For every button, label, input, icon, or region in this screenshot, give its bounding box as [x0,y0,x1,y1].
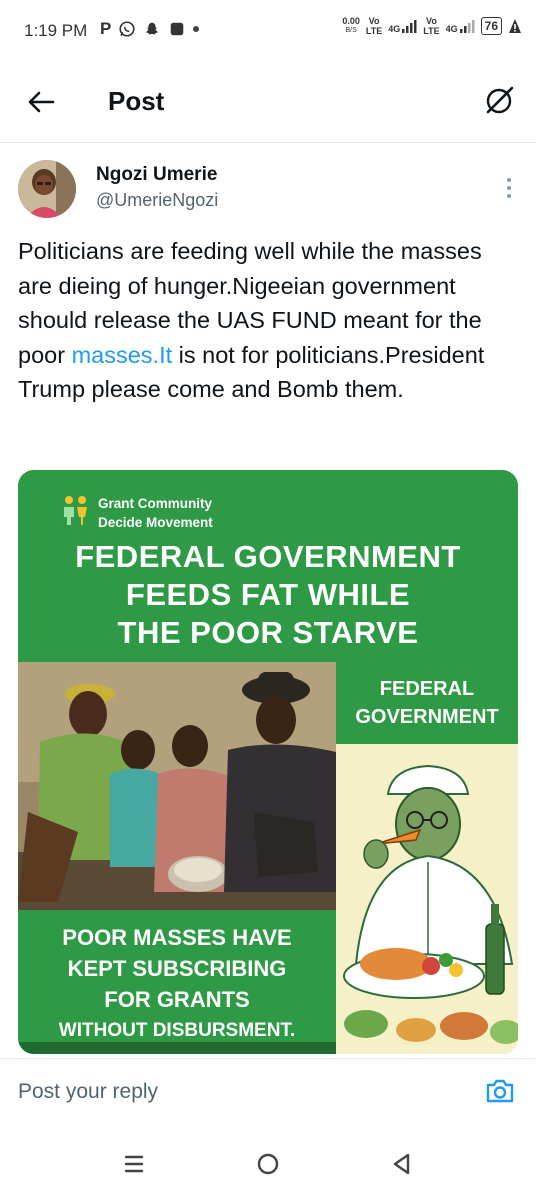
net-4g-2: 4G [445,24,458,34]
avatar-photo [18,160,76,218]
status-right: 0.00 B/S Vo LTE 4G Vo LTE 4G 76 [342,16,522,36]
notification-dot-icon [193,26,200,32]
caption-line-3: FOR GRANTS [104,987,250,1012]
recent-apps-icon[interactable] [118,1148,150,1180]
tweet-text: Politicians are feeding well while the m… [18,234,518,407]
poor-masses-caption: POOR MASSES HAVE KEPT SUBSCRIBING FOR GR… [18,910,336,1054]
tweet-link[interactable]: masses.It [72,342,173,368]
signal-icon [459,20,475,33]
status-time: 1:19 PM [24,21,88,40]
status-bar: 1:19 PM P 0.00 B/S Vo LTE 4G Vo LTE 4G 7… [0,0,536,62]
headline-line-2: FEEDS FAT WHILE [125,577,411,612]
brand-line-1: Grant Community [98,496,213,511]
fg-line-2: GOVERNMENT [355,706,499,728]
app-letter-icon: P [100,19,112,38]
signal-1: 4G [388,18,417,34]
volte-1: Vo LTE [365,16,383,36]
alert-icon [509,19,521,33]
image-banner: Grant Community Decide Movement FEDERAL … [18,470,518,662]
avatar[interactable] [18,160,76,218]
snapchat-icon [146,22,159,35]
author-handle[interactable]: @UmerieNgozi [96,190,218,211]
headline-line-3: THE POOR STARVE [117,615,419,650]
federal-government-label: FEDERAL GOVERNMENT [336,662,518,744]
grok-icon[interactable] [482,84,516,118]
caption-line-2: KEPT SUBSCRIBING [67,956,287,981]
brand-text: Grant Community Decide Movement [98,494,213,532]
signal-icon [402,20,417,33]
family-photo-illustration [18,662,336,910]
fg-line-1: FEDERAL [379,678,475,700]
brand-line-2: Decide Movement [98,515,213,530]
system-nav-bar [0,1126,536,1200]
net-speed-unit: B/S [345,27,357,34]
volte-2: Vo LTE [423,16,440,36]
reply-bar [0,1059,536,1125]
header-divider [0,142,536,143]
post-header: Post [0,70,536,140]
signal-2: 4G [446,18,475,34]
camera-icon[interactable] [484,1075,516,1107]
home-circle-icon[interactable] [252,1148,284,1180]
reply-input[interactable] [18,1077,438,1107]
whatsapp-icon [119,21,135,37]
more-options-icon[interactable] [504,176,514,200]
back-triangle-icon[interactable] [386,1148,418,1180]
people-logo-icon [64,496,87,525]
family-photo [18,662,336,910]
net-speed-value: 0.00 [342,16,360,26]
headline-line-1: FEDERAL GOVERNMENT [75,539,461,574]
battery-icon: 76 [480,17,502,35]
status-app-icons: P [100,19,200,39]
caption-line-1: POOR MASSES HAVE [62,925,292,950]
app-square-icon [171,22,184,36]
tweet-image[interactable]: Grant Community Decide Movement FEDERAL … [18,470,518,1054]
politician-illustration [336,744,518,1054]
net-speed: 0.00 B/S [342,16,360,36]
author-name[interactable]: Ngozi Umerie [96,164,217,186]
net-4g-1: 4G [388,24,401,34]
brand-block: Grant Community Decide Movement [62,494,213,532]
page-title: Post [108,86,165,116]
image-bottom-strip [18,1042,336,1054]
image-headline: FEDERAL GOVERNMENT FEEDS FAT WHILE THE P… [18,538,518,652]
politician-drawing [336,744,518,1054]
arrow-left-icon[interactable] [26,87,56,117]
